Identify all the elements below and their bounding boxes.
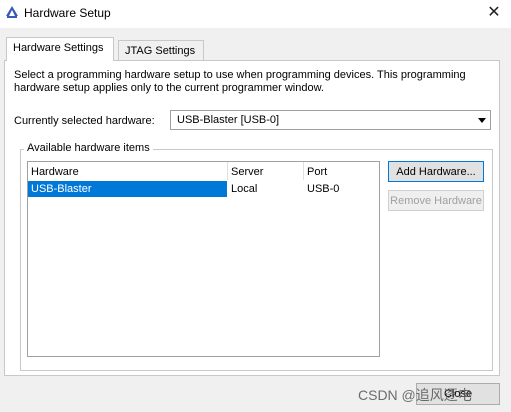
current-hardware-label: Currently selected hardware: <box>14 115 155 127</box>
table-row[interactable]: USB-Blaster Local USB-0 <box>28 181 381 197</box>
column-header-port[interactable]: Port <box>304 162 381 180</box>
add-hardware-button[interactable]: Add Hardware... <box>388 161 484 182</box>
hardware-app-icon <box>4 4 20 20</box>
cell-port: USB-0 <box>307 183 340 195</box>
description-text: Select a programming hardware setup to u… <box>14 69 466 94</box>
hardware-settings-panel: Select a programming hardware setup to u… <box>4 60 500 376</box>
chevron-down-icon <box>478 118 486 123</box>
column-header-server[interactable]: Server <box>228 162 304 180</box>
window-close-icon[interactable]: ✕ <box>477 0 511 24</box>
column-header-hardware[interactable]: Hardware <box>28 162 228 180</box>
hardware-table[interactable]: Hardware Server Port USB-Blaster Local U… <box>27 161 380 357</box>
tab-jtag-settings[interactable]: JTAG Settings <box>118 40 204 62</box>
remove-hardware-button[interactable]: Remove Hardware <box>388 190 484 211</box>
title-bar: Hardware Setup ✕ <box>0 0 511 28</box>
cell-hardware: USB-Blaster <box>28 181 227 197</box>
available-hardware-group: Available hardware items Hardware Server… <box>20 142 493 371</box>
watermark-text: CSDN @追风逐电 <box>358 387 472 403</box>
current-hardware-select[interactable]: USB-Blaster [USB-0] <box>170 110 491 130</box>
window-title: Hardware Setup <box>24 6 111 20</box>
tab-hardware-settings[interactable]: Hardware Settings <box>6 37 114 61</box>
cell-server: Local <box>231 183 258 195</box>
available-hardware-label: Available hardware items <box>24 142 153 154</box>
current-hardware-value: USB-Blaster [USB-0] <box>177 114 280 126</box>
